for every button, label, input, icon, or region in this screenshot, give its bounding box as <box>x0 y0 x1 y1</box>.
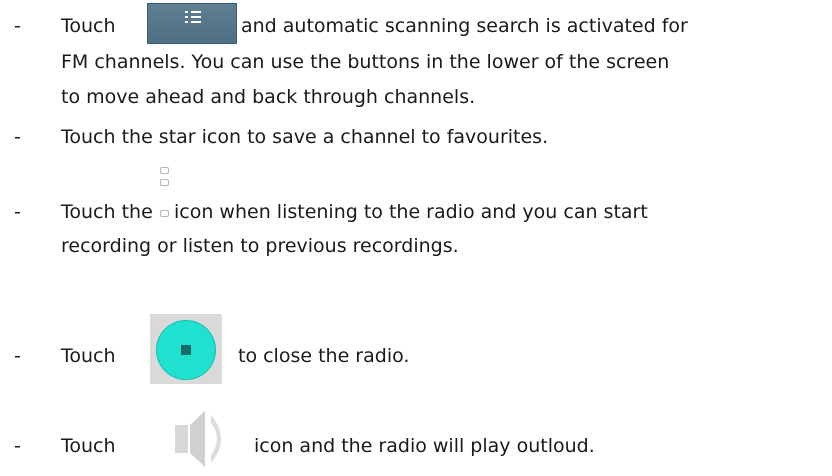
item-1-line-3: to move ahead and back through channels. <box>61 86 476 108</box>
item-5-line-1-end: icon and the radio will play outloud. <box>254 435 595 457</box>
bullet-dash: - <box>14 126 21 148</box>
item-1-line-2: FM channels. You can use the buttons in … <box>61 51 670 73</box>
list-button-icon <box>147 3 237 44</box>
item-4-line-1-end: to close the radio. <box>238 345 410 367</box>
record-icon <box>160 167 169 174</box>
record-icon <box>160 210 169 217</box>
instruction-document: - Touch and automatic scanning search is… <box>0 0 832 476</box>
stop-circle-icon <box>156 320 216 380</box>
item-2-line-1: Touch the star icon to save a channel to… <box>61 126 549 148</box>
bullet-dash: - <box>14 345 21 367</box>
bullet-dash: - <box>14 201 21 223</box>
item-4-line-1-start: Touch <box>61 345 116 367</box>
bullet-dash: - <box>14 435 21 457</box>
item-1-line-1-start: Touch <box>61 15 116 37</box>
speaker-icon <box>175 411 221 467</box>
record-icon <box>160 179 169 186</box>
item-1-line-1-end: and automatic scanning search is activat… <box>241 15 688 37</box>
item-3-line-1-end: icon when listening to the radio and you… <box>174 201 648 223</box>
close-radio-button-icon <box>150 314 222 384</box>
list-menu-icon <box>185 11 201 23</box>
item-5-line-1-start: Touch <box>61 435 116 457</box>
bullet-dash: - <box>14 15 21 37</box>
item-3-line-1-start: Touch the <box>61 201 153 223</box>
stop-square-icon <box>181 345 191 355</box>
item-3-line-2: recording or listen to previous recordin… <box>61 235 459 257</box>
